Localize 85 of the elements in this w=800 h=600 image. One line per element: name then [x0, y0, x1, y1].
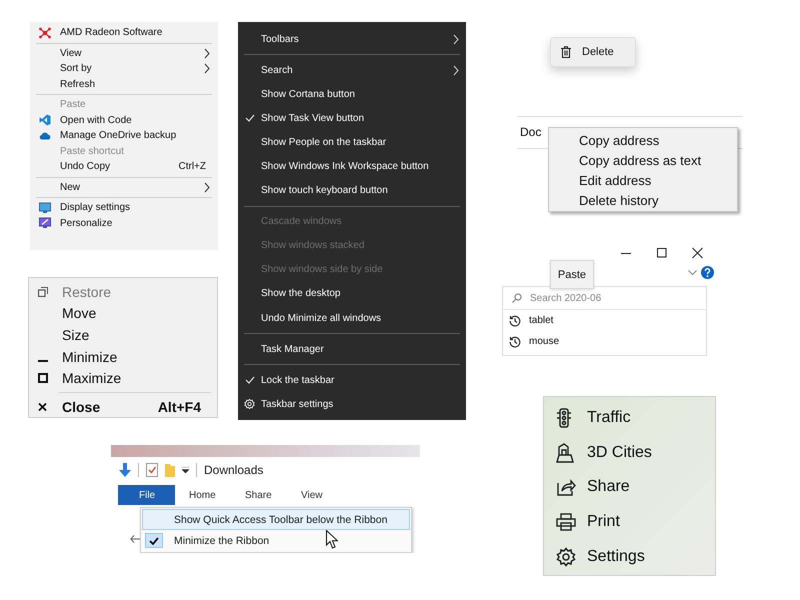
menu-item[interactable]: Show touch keyboard button: [238, 178, 466, 203]
chevron-icon: [204, 63, 210, 74]
monitor-icon: [39, 202, 51, 214]
cloud-icon: [39, 132, 51, 140]
history-item[interactable]: tablet: [503, 310, 706, 331]
menu-item[interactable]: Sort by: [30, 61, 218, 76]
restore-icon: [38, 286, 48, 297]
checklist-icon[interactable]: [146, 463, 158, 477]
maximize-icon[interactable]: [657, 247, 667, 259]
help-icon[interactable]: [701, 266, 714, 279]
menu-item[interactable]: View: [30, 46, 218, 61]
display-brush-icon: [39, 218, 51, 229]
delete-menu-item[interactable]: Delete: [550, 37, 636, 67]
close-icon[interactable]: [692, 247, 703, 259]
down-arrow-icon[interactable]: [119, 463, 131, 477]
chevron-down-icon[interactable]: [688, 270, 697, 276]
search-field[interactable]: Search 2020-06: [530, 292, 680, 304]
menu-item[interactable]: Copy address as text: [549, 150, 737, 170]
menu-item[interactable]: Share: [544, 470, 715, 505]
menu-item[interactable]: Traffic: [544, 401, 715, 436]
menu-item[interactable]: Personalize: [30, 216, 218, 231]
menu-item[interactable]: Edit address: [549, 170, 737, 190]
menu-item[interactable]: Refresh: [30, 76, 218, 92]
settings-icon: [556, 546, 576, 567]
menu-item[interactable]: Size: [29, 324, 217, 346]
address-text: Doc: [520, 125, 542, 139]
history-icon: [509, 336, 521, 348]
menu-item[interactable]: Delete history: [549, 190, 737, 210]
menu-item[interactable]: Open with Code: [30, 112, 218, 128]
back-arrow-icon[interactable]: [130, 535, 140, 543]
menu-item[interactable]: Minimize the Ribbon: [142, 530, 410, 551]
chevron-icon: [204, 182, 210, 193]
menu-item[interactable]: 3D Cities: [544, 436, 715, 470]
menu-item[interactable]: Settings: [544, 539, 715, 574]
paste-menu-item[interactable]: Paste: [550, 260, 594, 289]
history-item[interactable]: mouse: [503, 331, 706, 352]
menu-item[interactable]: Show Windows Ink Workspace button: [238, 154, 466, 179]
menu-item[interactable]: Show Quick Access Toolbar below the Ribbon: [142, 509, 410, 530]
ribbon-tab[interactable]: File: [118, 485, 175, 505]
share-icon: [556, 478, 576, 496]
ribbon-tab[interactable]: Share: [231, 485, 287, 505]
ribbon-tab[interactable]: View: [287, 485, 343, 505]
code-editor-icon: [39, 114, 51, 126]
cursor-icon: [326, 530, 338, 549]
menu-item[interactable]: Show Cortana button: [238, 82, 466, 106]
printer-icon: [556, 513, 576, 532]
menu-item[interactable]: Show People on the taskbar: [238, 130, 466, 154]
menu-item[interactable]: Minimize: [29, 346, 217, 368]
settings-icon: [244, 398, 255, 410]
minimize-icon: [38, 360, 48, 362]
menu-item[interactable]: Copy address: [549, 130, 737, 150]
menu-item[interactable]: Lock the taskbar: [238, 368, 466, 392]
menu-item[interactable]: Task Manager: [238, 337, 466, 362]
ribbon-tab[interactable]: Home: [175, 485, 231, 505]
window-title: Downloads: [204, 463, 264, 477]
menu-item[interactable]: Display settings: [30, 200, 218, 216]
menu-item[interactable]: Close Alt+F4: [29, 396, 217, 418]
close-icon: [38, 402, 47, 412]
menu-item[interactable]: Manage OneDrive backup: [30, 128, 218, 144]
chevron-icon: [204, 48, 210, 59]
buildings-icon: [556, 442, 574, 463]
search-icon: [512, 293, 522, 303]
menu-item[interactable]: Show the desktop: [238, 282, 466, 306]
dropdown-icon[interactable]: [182, 467, 189, 473]
star-burst-icon: [39, 27, 51, 38]
menu-item[interactable]: Toolbars: [238, 27, 466, 52]
maximize-icon: [38, 373, 48, 384]
chevron-icon: [453, 34, 459, 45]
menu-item[interactable]: Move: [29, 302, 217, 324]
chevron-icon: [453, 64, 459, 76]
check-icon: [145, 533, 163, 548]
check-icon: [245, 376, 255, 384]
menu-item[interactable]: Search: [238, 58, 466, 82]
trash-icon: [561, 46, 571, 58]
menu-item[interactable]: Show Task View button: [238, 106, 466, 130]
menu-item[interactable]: Undo Minimize all windows: [238, 306, 466, 330]
menu-item[interactable]: Print: [544, 504, 715, 540]
check-icon: [245, 114, 255, 122]
traffic-light-icon: [556, 408, 572, 428]
menu-item[interactable]: Maximize: [29, 367, 217, 389]
menu-item[interactable]: New: [30, 180, 218, 195]
history-icon: [509, 314, 521, 326]
menu-item[interactable]: Taskbar settings: [238, 392, 466, 416]
menu-item[interactable]: Undo Copy Ctrl+Z: [30, 159, 218, 174]
menu-item[interactable]: AMD Radeon Software: [30, 25, 218, 40]
